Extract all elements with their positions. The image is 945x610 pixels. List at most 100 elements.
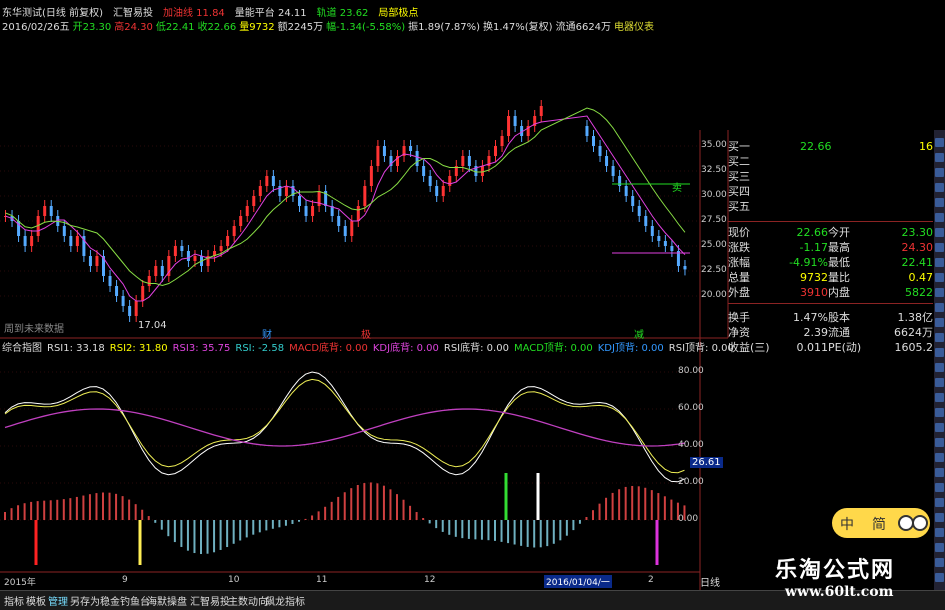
header-item: 轨道 23.62 bbox=[316, 8, 369, 19]
stats-value: 2.39 bbox=[803, 326, 829, 339]
toolbar-icon[interactable] bbox=[935, 408, 944, 417]
bid-row: 买五 bbox=[728, 199, 933, 214]
tab-item[interactable]: 另存为 bbox=[70, 593, 100, 608]
bid-label: 买三 bbox=[728, 170, 750, 183]
indicator-legend-item: KDJ底背: 0.00 bbox=[372, 343, 439, 354]
toolbar-icon[interactable] bbox=[935, 483, 944, 492]
header-item: 换1.47%(复权) bbox=[483, 22, 553, 33]
right-toolbar bbox=[934, 130, 945, 590]
low-price-label: 17.04 bbox=[138, 320, 167, 331]
indicator-tick: 20.00 bbox=[678, 477, 704, 487]
date-label: 10 bbox=[228, 575, 240, 585]
price-tick: 27.50 bbox=[701, 215, 727, 225]
header-item: 电器仪表 bbox=[614, 22, 655, 33]
quote-row: 总量 9732 量比 0.47 bbox=[728, 270, 933, 285]
header-item: 收22.66 bbox=[197, 22, 237, 33]
toolbar-icon[interactable] bbox=[935, 378, 944, 387]
header-item: 东华测试(日线 前复权) bbox=[2, 8, 103, 19]
toolbar-icon[interactable] bbox=[935, 153, 944, 162]
tab-item[interactable]: 指标 bbox=[4, 593, 24, 608]
quote-value: 3910 bbox=[800, 286, 828, 299]
ime-lang[interactable]: 中 bbox=[840, 514, 854, 534]
tab-item[interactable]: 管理 bbox=[48, 593, 68, 608]
stats-value: 1.47% bbox=[793, 311, 828, 324]
toolbar-icon[interactable] bbox=[935, 318, 944, 327]
toolbar-icon[interactable] bbox=[935, 228, 944, 237]
toolbar-icon[interactable] bbox=[935, 348, 944, 357]
ime-mode[interactable]: 简 bbox=[872, 514, 886, 534]
bid-label: 买二 bbox=[728, 155, 750, 168]
toolbar-icon[interactable] bbox=[935, 558, 944, 567]
toolbar-icon[interactable] bbox=[935, 543, 944, 552]
toolbar-icon[interactable] bbox=[935, 363, 944, 372]
toolbar-icon[interactable] bbox=[935, 423, 944, 432]
indicator-legend: 综合指图 RSI1: 33.18 RSI2: 31.80 RSI3: 35.75 RSI… bbox=[2, 343, 739, 355]
toolbar-icon[interactable] bbox=[935, 288, 944, 297]
toolbar-icon[interactable] bbox=[935, 453, 944, 462]
date-label: 2 bbox=[648, 575, 654, 585]
header-item: 额2245万 bbox=[277, 22, 324, 33]
price-tick: 20.00 bbox=[701, 290, 727, 300]
stats-value: 0.011 bbox=[796, 341, 829, 354]
quote-value: 5822 bbox=[905, 286, 933, 299]
toolbar-icon[interactable] bbox=[935, 573, 944, 582]
toolbar-icon[interactable] bbox=[935, 198, 944, 207]
indicator-legend-item: RSI3: 35.75 bbox=[172, 343, 231, 354]
toolbar-icon[interactable] bbox=[935, 333, 944, 342]
tab-item[interactable]: 稳金钓鱼台 bbox=[100, 593, 150, 608]
stats-value: 6624万 bbox=[894, 326, 933, 339]
indicator-tick: 80.00 bbox=[678, 366, 704, 376]
toolbar-icon[interactable] bbox=[935, 303, 944, 312]
future-data-label: 周到未来数据 bbox=[4, 324, 64, 335]
indicator-legend-item: RSI顶背: 0.00 bbox=[668, 343, 734, 354]
toolbar-icon[interactable] bbox=[935, 273, 944, 282]
indicator-tick: 40.00 bbox=[678, 440, 704, 450]
date-label: 12 bbox=[424, 575, 436, 585]
bid-label: 买一 bbox=[728, 140, 750, 153]
header-item: 量能平台 24.11 bbox=[234, 8, 307, 19]
tab-item[interactable]: 汇智易投 bbox=[190, 593, 230, 608]
quote-label: 现价 bbox=[728, 226, 750, 239]
header-item: 量9732 bbox=[239, 22, 275, 33]
marker-ji: 极 bbox=[361, 330, 371, 341]
toolbar-icon[interactable] bbox=[935, 213, 944, 222]
tab-item[interactable]: 模板 bbox=[26, 593, 46, 608]
toolbar-icon[interactable] bbox=[935, 258, 944, 267]
price-tick: 22.50 bbox=[701, 265, 727, 275]
toolbar-icon[interactable] bbox=[935, 528, 944, 537]
toolbar-icon[interactable] bbox=[935, 168, 944, 177]
header-item: 2016/02/26五 bbox=[2, 22, 70, 33]
marker-cai: 财 bbox=[262, 330, 272, 341]
watermark-url: www.60lt.com bbox=[785, 584, 894, 600]
toolbar-icon[interactable] bbox=[935, 243, 944, 252]
toolbar-icon[interactable] bbox=[935, 498, 944, 507]
quote-label: 最高 bbox=[828, 241, 850, 254]
stats-label: 净资 bbox=[728, 326, 750, 339]
header-item: 振1.89(7.87%) bbox=[408, 22, 481, 33]
toolbar-icon[interactable] bbox=[935, 183, 944, 192]
tab-item[interactable]: 主数动向 bbox=[228, 593, 268, 608]
quote-value: -1.17 bbox=[799, 241, 828, 254]
tab-item[interactable]: 海默操盘 bbox=[147, 593, 187, 608]
date-label: 2016/01/04/一 bbox=[544, 575, 612, 588]
ime-widget[interactable]: 中 简 bbox=[832, 508, 930, 538]
toolbar-icon[interactable] bbox=[935, 138, 944, 147]
stock-chart-canvas[interactable] bbox=[0, 0, 945, 609]
quote-value: -4.91% bbox=[789, 256, 828, 269]
toolbar-icon[interactable] bbox=[935, 438, 944, 447]
indicator-legend-item: RSI1: 33.18 bbox=[47, 343, 105, 354]
tab-item[interactable]: 飙龙指标 bbox=[265, 593, 305, 608]
date-label: 11 bbox=[316, 575, 328, 585]
period-label[interactable]: 日线 bbox=[700, 574, 720, 589]
bid-label: 买四 bbox=[728, 185, 750, 198]
toolbar-icon[interactable] bbox=[935, 513, 944, 522]
header-item: 加油线 11.84 bbox=[162, 8, 225, 19]
toolbar-icon[interactable] bbox=[935, 468, 944, 477]
quote-label: 涨跌 bbox=[728, 241, 750, 254]
toolbar-icon[interactable] bbox=[935, 393, 944, 402]
header-item: 幅-1.34(-5.58%) bbox=[326, 22, 406, 33]
header-item: 局部极点 bbox=[378, 8, 419, 19]
quote-label: 涨幅 bbox=[728, 256, 750, 269]
quote-value: 22.66 bbox=[796, 226, 829, 239]
stats-row: 换手 1.47% 股本 1.38亿 bbox=[728, 310, 933, 325]
